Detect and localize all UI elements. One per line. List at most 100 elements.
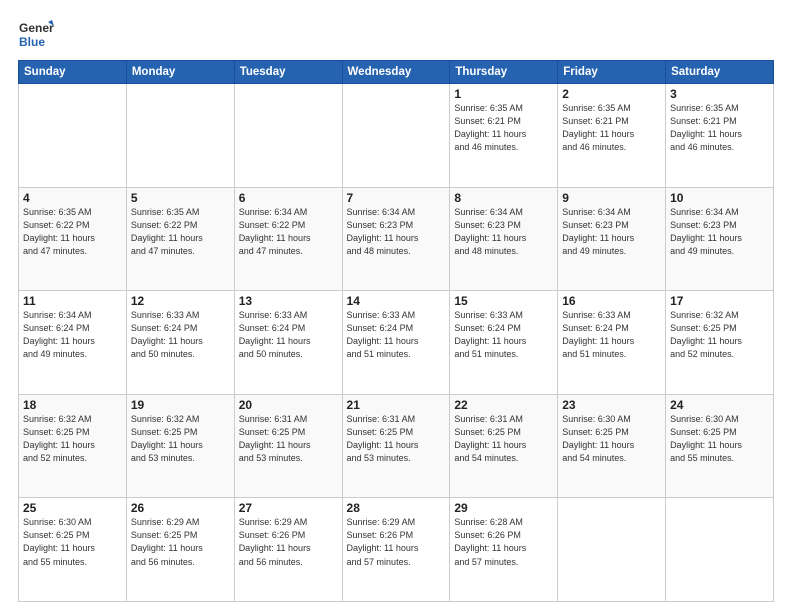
day-info: Sunrise: 6:34 AM Sunset: 6:23 PM Dayligh…: [347, 206, 446, 258]
weekday-header-tuesday: Tuesday: [234, 61, 342, 84]
day-info: Sunrise: 6:34 AM Sunset: 6:23 PM Dayligh…: [454, 206, 553, 258]
day-number: 26: [131, 501, 230, 515]
calendar-cell: 10Sunrise: 6:34 AM Sunset: 6:23 PM Dayli…: [666, 187, 774, 291]
calendar-cell: 5Sunrise: 6:35 AM Sunset: 6:22 PM Daylig…: [126, 187, 234, 291]
day-info: Sunrise: 6:33 AM Sunset: 6:24 PM Dayligh…: [454, 309, 553, 361]
day-info: Sunrise: 6:35 AM Sunset: 6:22 PM Dayligh…: [23, 206, 122, 258]
day-info: Sunrise: 6:34 AM Sunset: 6:22 PM Dayligh…: [239, 206, 338, 258]
day-info: Sunrise: 6:34 AM Sunset: 6:24 PM Dayligh…: [23, 309, 122, 361]
calendar-cell: [234, 84, 342, 188]
day-info: Sunrise: 6:33 AM Sunset: 6:24 PM Dayligh…: [562, 309, 661, 361]
day-number: 12: [131, 294, 230, 308]
calendar-cell: 13Sunrise: 6:33 AM Sunset: 6:24 PM Dayli…: [234, 291, 342, 395]
calendar-cell: 19Sunrise: 6:32 AM Sunset: 6:25 PM Dayli…: [126, 394, 234, 498]
calendar-cell: 25Sunrise: 6:30 AM Sunset: 6:25 PM Dayli…: [19, 498, 127, 602]
day-number: 25: [23, 501, 122, 515]
day-number: 4: [23, 191, 122, 205]
day-info: Sunrise: 6:33 AM Sunset: 6:24 PM Dayligh…: [131, 309, 230, 361]
day-number: 18: [23, 398, 122, 412]
day-number: 20: [239, 398, 338, 412]
calendar-cell: [342, 84, 450, 188]
week-row-1: 1Sunrise: 6:35 AM Sunset: 6:21 PM Daylig…: [19, 84, 774, 188]
calendar-cell: 9Sunrise: 6:34 AM Sunset: 6:23 PM Daylig…: [558, 187, 666, 291]
day-info: Sunrise: 6:30 AM Sunset: 6:25 PM Dayligh…: [23, 516, 122, 568]
day-number: 8: [454, 191, 553, 205]
day-info: Sunrise: 6:33 AM Sunset: 6:24 PM Dayligh…: [239, 309, 338, 361]
weekday-header-wednesday: Wednesday: [342, 61, 450, 84]
day-info: Sunrise: 6:30 AM Sunset: 6:25 PM Dayligh…: [670, 413, 769, 465]
calendar-cell: 16Sunrise: 6:33 AM Sunset: 6:24 PM Dayli…: [558, 291, 666, 395]
day-info: Sunrise: 6:33 AM Sunset: 6:24 PM Dayligh…: [347, 309, 446, 361]
day-info: Sunrise: 6:31 AM Sunset: 6:25 PM Dayligh…: [239, 413, 338, 465]
day-number: 16: [562, 294, 661, 308]
week-row-4: 18Sunrise: 6:32 AM Sunset: 6:25 PM Dayli…: [19, 394, 774, 498]
day-number: 5: [131, 191, 230, 205]
calendar-cell: 26Sunrise: 6:29 AM Sunset: 6:25 PM Dayli…: [126, 498, 234, 602]
day-info: Sunrise: 6:31 AM Sunset: 6:25 PM Dayligh…: [347, 413, 446, 465]
day-number: 29: [454, 501, 553, 515]
day-info: Sunrise: 6:32 AM Sunset: 6:25 PM Dayligh…: [131, 413, 230, 465]
day-info: Sunrise: 6:35 AM Sunset: 6:21 PM Dayligh…: [562, 102, 661, 154]
week-row-2: 4Sunrise: 6:35 AM Sunset: 6:22 PM Daylig…: [19, 187, 774, 291]
day-number: 17: [670, 294, 769, 308]
day-number: 23: [562, 398, 661, 412]
weekday-header-sunday: Sunday: [19, 61, 127, 84]
calendar-cell: 22Sunrise: 6:31 AM Sunset: 6:25 PM Dayli…: [450, 394, 558, 498]
calendar-cell: 8Sunrise: 6:34 AM Sunset: 6:23 PM Daylig…: [450, 187, 558, 291]
day-number: 22: [454, 398, 553, 412]
day-info: Sunrise: 6:29 AM Sunset: 6:26 PM Dayligh…: [347, 516, 446, 568]
day-number: 15: [454, 294, 553, 308]
calendar-body: 1Sunrise: 6:35 AM Sunset: 6:21 PM Daylig…: [19, 84, 774, 602]
calendar-cell: 20Sunrise: 6:31 AM Sunset: 6:25 PM Dayli…: [234, 394, 342, 498]
calendar-cell: 1Sunrise: 6:35 AM Sunset: 6:21 PM Daylig…: [450, 84, 558, 188]
weekday-header-friday: Friday: [558, 61, 666, 84]
calendar-cell: 27Sunrise: 6:29 AM Sunset: 6:26 PM Dayli…: [234, 498, 342, 602]
day-info: Sunrise: 6:31 AM Sunset: 6:25 PM Dayligh…: [454, 413, 553, 465]
day-info: Sunrise: 6:29 AM Sunset: 6:25 PM Dayligh…: [131, 516, 230, 568]
calendar-cell: [126, 84, 234, 188]
day-number: 7: [347, 191, 446, 205]
day-info: Sunrise: 6:35 AM Sunset: 6:21 PM Dayligh…: [454, 102, 553, 154]
calendar-header: SundayMondayTuesdayWednesdayThursdayFrid…: [19, 61, 774, 84]
day-info: Sunrise: 6:35 AM Sunset: 6:22 PM Dayligh…: [131, 206, 230, 258]
day-info: Sunrise: 6:34 AM Sunset: 6:23 PM Dayligh…: [670, 206, 769, 258]
day-number: 28: [347, 501, 446, 515]
day-number: 9: [562, 191, 661, 205]
logo-svg: General Blue: [18, 16, 54, 52]
day-number: 1: [454, 87, 553, 101]
calendar-cell: 29Sunrise: 6:28 AM Sunset: 6:26 PM Dayli…: [450, 498, 558, 602]
header: General Blue: [18, 16, 774, 52]
day-number: 11: [23, 294, 122, 308]
calendar-cell: 23Sunrise: 6:30 AM Sunset: 6:25 PM Dayli…: [558, 394, 666, 498]
svg-text:General: General: [19, 21, 54, 35]
calendar-cell: 28Sunrise: 6:29 AM Sunset: 6:26 PM Dayli…: [342, 498, 450, 602]
weekday-header-row: SundayMondayTuesdayWednesdayThursdayFrid…: [19, 61, 774, 84]
calendar-cell: 4Sunrise: 6:35 AM Sunset: 6:22 PM Daylig…: [19, 187, 127, 291]
calendar-cell: 3Sunrise: 6:35 AM Sunset: 6:21 PM Daylig…: [666, 84, 774, 188]
week-row-3: 11Sunrise: 6:34 AM Sunset: 6:24 PM Dayli…: [19, 291, 774, 395]
day-number: 3: [670, 87, 769, 101]
day-number: 21: [347, 398, 446, 412]
day-number: 10: [670, 191, 769, 205]
page: General Blue SundayMondayTuesdayWednesda…: [0, 0, 792, 612]
calendar-cell: 2Sunrise: 6:35 AM Sunset: 6:21 PM Daylig…: [558, 84, 666, 188]
calendar-cell: 17Sunrise: 6:32 AM Sunset: 6:25 PM Dayli…: [666, 291, 774, 395]
calendar-cell: 12Sunrise: 6:33 AM Sunset: 6:24 PM Dayli…: [126, 291, 234, 395]
day-info: Sunrise: 6:32 AM Sunset: 6:25 PM Dayligh…: [670, 309, 769, 361]
week-row-5: 25Sunrise: 6:30 AM Sunset: 6:25 PM Dayli…: [19, 498, 774, 602]
calendar-cell: 18Sunrise: 6:32 AM Sunset: 6:25 PM Dayli…: [19, 394, 127, 498]
day-number: 27: [239, 501, 338, 515]
day-number: 2: [562, 87, 661, 101]
calendar-cell: [558, 498, 666, 602]
calendar-cell: 14Sunrise: 6:33 AM Sunset: 6:24 PM Dayli…: [342, 291, 450, 395]
day-number: 6: [239, 191, 338, 205]
day-info: Sunrise: 6:29 AM Sunset: 6:26 PM Dayligh…: [239, 516, 338, 568]
calendar-cell: 11Sunrise: 6:34 AM Sunset: 6:24 PM Dayli…: [19, 291, 127, 395]
calendar-cell: 15Sunrise: 6:33 AM Sunset: 6:24 PM Dayli…: [450, 291, 558, 395]
day-info: Sunrise: 6:32 AM Sunset: 6:25 PM Dayligh…: [23, 413, 122, 465]
day-info: Sunrise: 6:30 AM Sunset: 6:25 PM Dayligh…: [562, 413, 661, 465]
calendar-cell: 7Sunrise: 6:34 AM Sunset: 6:23 PM Daylig…: [342, 187, 450, 291]
calendar-cell: [666, 498, 774, 602]
calendar-table: SundayMondayTuesdayWednesdayThursdayFrid…: [18, 60, 774, 602]
calendar-cell: 21Sunrise: 6:31 AM Sunset: 6:25 PM Dayli…: [342, 394, 450, 498]
